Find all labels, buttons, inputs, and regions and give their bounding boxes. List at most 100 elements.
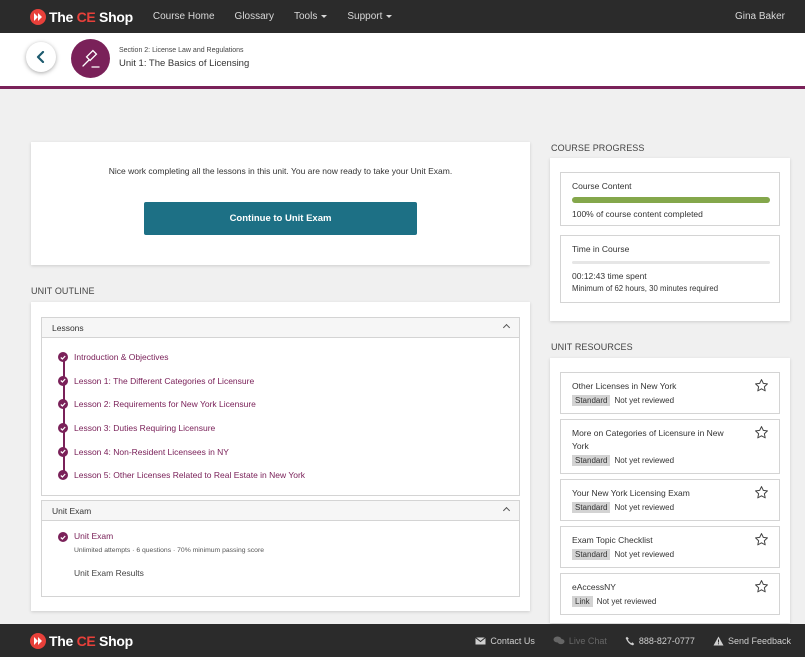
- brand-logo[interactable]: The CE Shop: [30, 8, 133, 25]
- lesson-link[interactable]: Lesson 4: Non-Resident Licensees in NY: [74, 447, 229, 457]
- nav-support-dropdown[interactable]: Support: [347, 11, 393, 22]
- user-menu[interactable]: Gina Baker: [735, 0, 785, 33]
- star-outline-icon[interactable]: [754, 378, 769, 393]
- star-outline-icon[interactable]: [754, 579, 769, 594]
- unit-exam-link[interactable]: Unit Exam: [74, 531, 113, 541]
- star-outline-icon[interactable]: [754, 485, 769, 500]
- lesson-link[interactable]: Lesson 1: The Different Categories of Li…: [74, 376, 254, 386]
- nav-glossary[interactable]: Glossary: [235, 11, 274, 22]
- check-circle-icon: [58, 423, 68, 434]
- resource-status: Not yet reviewed: [596, 597, 657, 606]
- play-forward-icon: [30, 632, 46, 649]
- check-circle-icon: [58, 352, 68, 362]
- chat-bubbles-icon: [553, 636, 565, 645]
- back-button[interactable]: [26, 42, 56, 72]
- resource-status: Not yet reviewed: [614, 456, 675, 465]
- unit-exam-panel: Unit Exam Unit Exam Unlimited attempts ·…: [41, 500, 520, 597]
- nav-tools-dropdown[interactable]: Tools: [294, 11, 328, 22]
- lesson-item[interactable]: Lesson 4: Non-Resident Licensees in NY: [42, 440, 519, 464]
- resource-title[interactable]: Other Licenses in New York: [572, 380, 742, 393]
- lesson-item[interactable]: Lesson 2: Requirements for New York Lice…: [42, 392, 519, 416]
- lesson-item[interactable]: Introduction & Objectives: [42, 345, 519, 369]
- phone-link[interactable]: 888-827-0777: [625, 636, 695, 646]
- course-progress-card: Course Content 100% of course content co…: [550, 158, 790, 321]
- footer: The CE Shop Contact Us Live Chat 888-827…: [0, 624, 805, 657]
- resource-status: Not yet reviewed: [614, 396, 675, 405]
- lessons-panel-header[interactable]: Lessons: [42, 318, 519, 338]
- star-outline-icon[interactable]: [754, 425, 769, 440]
- content-progress-text: 100% of course content completed: [572, 209, 703, 219]
- exam-header-label: Unit Exam: [52, 505, 92, 516]
- resource-item[interactable]: Your New York Licensing Exam Standard No…: [560, 479, 780, 521]
- resource-type-tag: Standard: [572, 502, 611, 513]
- check-circle-icon: [58, 399, 68, 410]
- check-circle-icon: [58, 446, 68, 457]
- time-in-course-panel: Time in Course 00:12:43 time spent Minim…: [560, 235, 780, 303]
- lesson-link[interactable]: Lesson 5: Other Licenses Related to Real…: [74, 470, 305, 480]
- section-label: Section 2: License Law and Regulations: [119, 47, 244, 54]
- resource-status: Not yet reviewed: [614, 550, 675, 559]
- check-circle-icon: [58, 470, 68, 481]
- footer-brand-logo[interactable]: The CE Shop: [30, 632, 133, 649]
- unit-resources-title: UNIT RESOURCES: [551, 342, 633, 352]
- unit-title: Unit 1: The Basics of Licensing: [119, 58, 250, 69]
- resource-title[interactable]: More on Categories of Licensure in New Y…: [572, 427, 742, 453]
- resource-meta: Standard Not yet reviewed: [572, 549, 674, 560]
- time-required-text: Minimum of 62 hours, 30 minutes required: [572, 284, 719, 293]
- lesson-item[interactable]: Lesson 3: Duties Requiring Licensure: [42, 416, 519, 440]
- lesson-link[interactable]: Lesson 2: Requirements for New York Lice…: [74, 399, 256, 409]
- chevron-up-icon[interactable]: [502, 323, 511, 332]
- resource-type-tag: Standard: [572, 455, 611, 466]
- resource-item[interactable]: More on Categories of Licensure in New Y…: [560, 419, 780, 474]
- resource-item[interactable]: eAccessNY Link Not yet reviewed: [560, 573, 780, 615]
- star-outline-icon[interactable]: [754, 532, 769, 547]
- chevron-up-icon[interactable]: [502, 506, 511, 515]
- phone-icon: [625, 636, 635, 645]
- play-forward-icon: [30, 8, 46, 25]
- unit-badge: [71, 39, 110, 78]
- unit-header: Section 2: License Law and Regulations U…: [0, 33, 805, 89]
- caret-down-icon: [321, 15, 328, 18]
- resource-meta: Link Not yet reviewed: [572, 596, 656, 607]
- time-progress-bar: [572, 261, 770, 264]
- course-content-panel: Course Content 100% of course content co…: [560, 172, 780, 226]
- continue-to-exam-button[interactable]: Continue to Unit Exam: [144, 202, 417, 235]
- caret-down-icon: [386, 15, 393, 18]
- resource-title[interactable]: eAccessNY: [572, 581, 742, 594]
- content-progress-bar: [572, 197, 770, 203]
- content-progress-fill: [572, 197, 770, 203]
- live-chat-link[interactable]: Live Chat: [553, 636, 607, 646]
- resource-title[interactable]: Your New York Licensing Exam: [572, 487, 742, 500]
- resource-type-tag: Standard: [572, 549, 611, 560]
- resource-item[interactable]: Exam Topic Checklist Standard Not yet re…: [560, 526, 780, 568]
- lesson-list: Introduction & Objectives Lesson 1: The …: [42, 338, 519, 487]
- resource-status: Not yet reviewed: [614, 503, 675, 512]
- nav-course-home[interactable]: Course Home: [153, 11, 215, 22]
- time-in-course-label: Time in Course: [572, 244, 630, 254]
- send-feedback-link[interactable]: Send Feedback: [713, 636, 791, 646]
- gavel-icon: [81, 49, 100, 68]
- unit-exam-item[interactable]: Unit Exam: [42, 531, 519, 543]
- unit-exam-panel-header[interactable]: Unit Exam: [42, 501, 519, 521]
- time-spent-text: 00:12:43 time spent: [572, 271, 647, 281]
- lesson-item[interactable]: Lesson 5: Other Licenses Related to Real…: [42, 463, 519, 487]
- resource-item[interactable]: Other Licenses in New York Standard Not …: [560, 372, 780, 414]
- resource-meta: Standard Not yet reviewed: [572, 455, 674, 466]
- envelope-icon: [475, 636, 487, 644]
- top-nav: The CE Shop Course Home Glossary Tools S…: [0, 0, 805, 33]
- check-circle-icon: [58, 375, 68, 386]
- exam-details: Unlimited attempts · 6 questions · 70% m…: [74, 547, 265, 554]
- lesson-link[interactable]: Lesson 3: Duties Requiring Licensure: [74, 423, 215, 433]
- completion-message: Nice work completing all the lessons in …: [108, 166, 453, 176]
- contact-us-link[interactable]: Contact Us: [475, 636, 535, 646]
- unit-exam-results-link[interactable]: Unit Exam Results: [42, 568, 519, 578]
- unit-outline-title: UNIT OUTLINE: [31, 286, 95, 296]
- lesson-link[interactable]: Introduction & Objectives: [74, 352, 169, 362]
- resource-type-tag: Link: [572, 596, 593, 607]
- lesson-item[interactable]: Lesson 1: The Different Categories of Li…: [42, 369, 519, 393]
- lessons-panel: Lessons Introduction & Objectives Lesson…: [41, 317, 520, 496]
- course-content-label: Course Content: [572, 181, 632, 191]
- course-progress-title: COURSE PROGRESS: [551, 143, 645, 153]
- unit-resources-card: Other Licenses in New York Standard Not …: [550, 358, 790, 623]
- resource-title[interactable]: Exam Topic Checklist: [572, 534, 742, 547]
